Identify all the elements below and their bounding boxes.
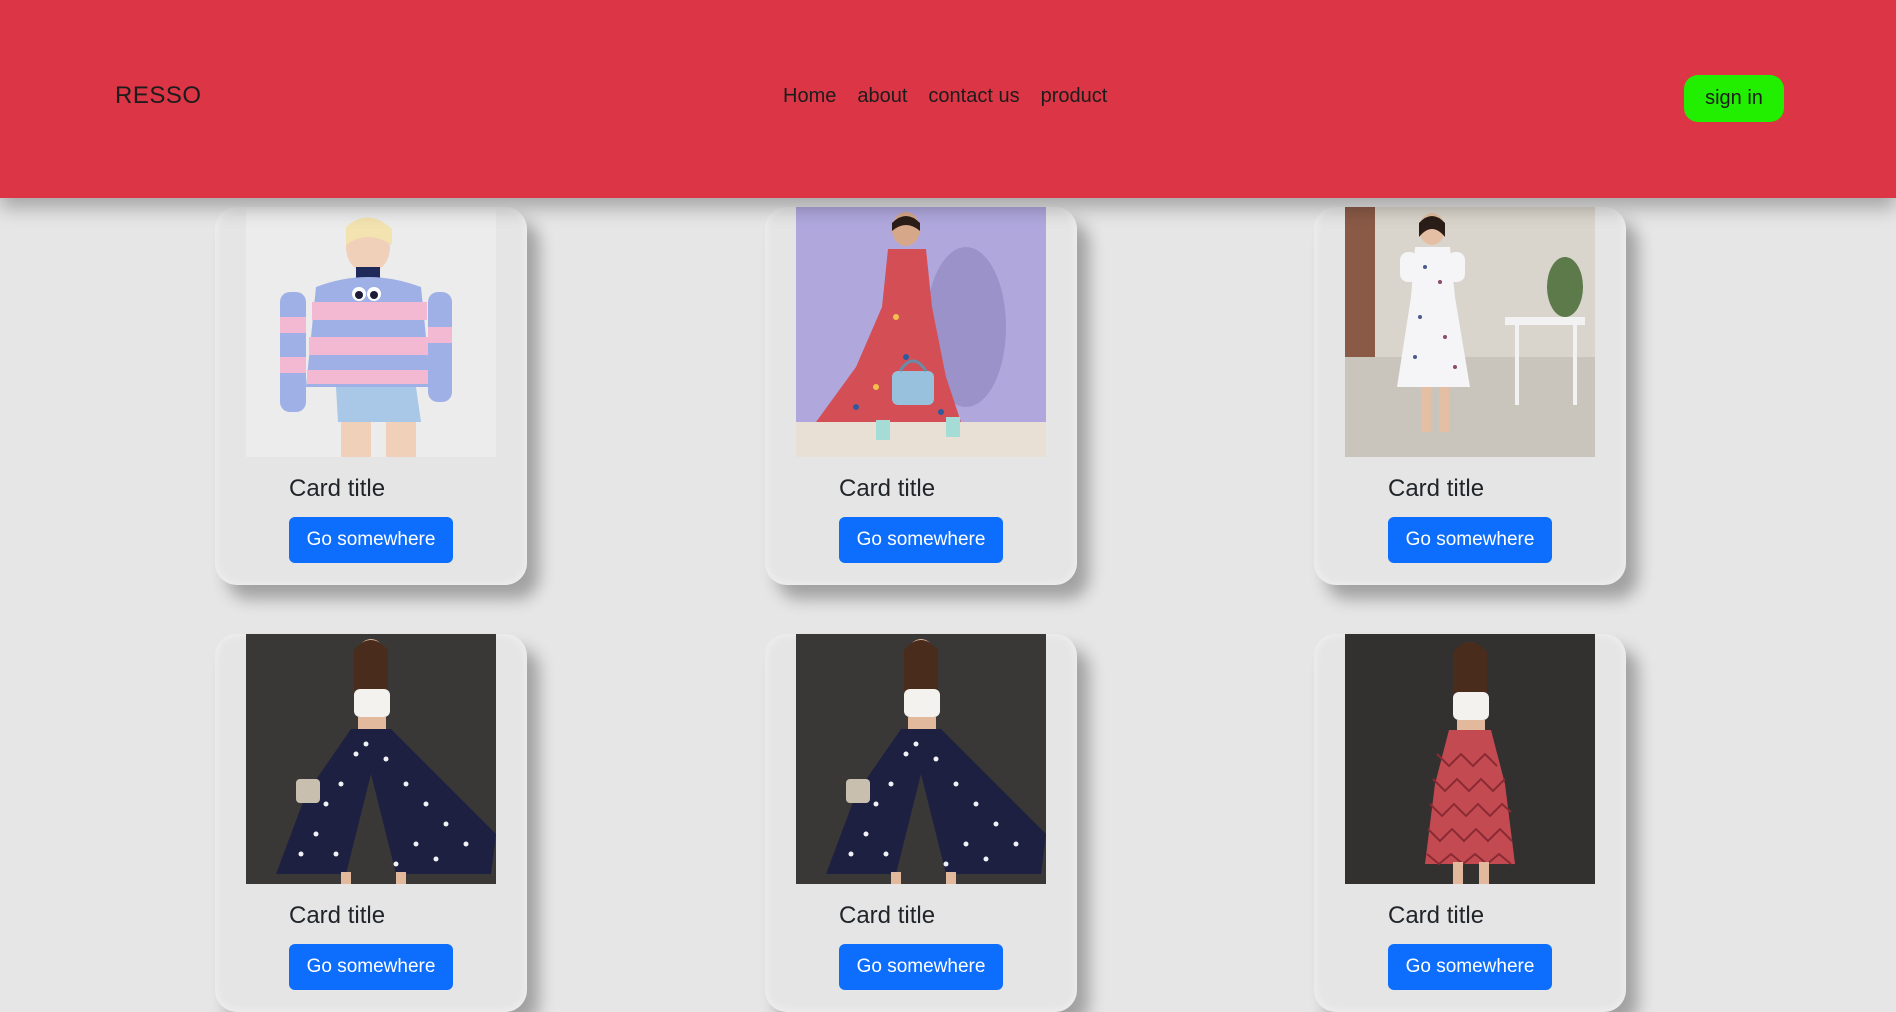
go-somewhere-button[interactable]: Go somewhere — [1388, 944, 1552, 990]
go-somewhere-button[interactable]: Go somewhere — [289, 517, 453, 563]
go-somewhere-button[interactable]: Go somewhere — [1388, 517, 1552, 563]
product-card: Card title Go somewhere — [215, 634, 527, 1012]
product-image — [796, 634, 1046, 884]
product-image — [246, 207, 496, 457]
product-card: Card title Go somewhere — [765, 634, 1077, 1012]
product-card: Card title Go somewhere — [215, 207, 527, 585]
nav-link-about[interactable]: about — [857, 85, 907, 108]
card-title: Card title — [1388, 902, 1485, 929]
card-title: Card title — [839, 475, 936, 502]
product-image — [1345, 207, 1595, 457]
card-title: Card title — [839, 902, 936, 929]
nav-link-home[interactable]: Home — [783, 85, 836, 108]
navbar: RESSO Home about contact us product sign… — [0, 0, 1896, 198]
card-title: Card title — [289, 902, 386, 929]
sign-in-button[interactable]: sign in — [1684, 75, 1784, 122]
go-somewhere-button[interactable]: Go somewhere — [839, 944, 1003, 990]
brand-logo[interactable]: RESSO — [115, 82, 202, 110]
product-image — [246, 634, 496, 884]
go-somewhere-button[interactable]: Go somewhere — [289, 944, 453, 990]
product-image — [1345, 634, 1595, 884]
product-card: Card title Go somewhere — [1314, 207, 1626, 585]
product-card: Card title Go somewhere — [765, 207, 1077, 585]
card-title: Card title — [1388, 475, 1485, 502]
nav-link-product[interactable]: product — [1041, 85, 1108, 108]
go-somewhere-button[interactable]: Go somewhere — [839, 517, 1003, 563]
product-image — [796, 207, 1046, 457]
product-card: Card title Go somewhere — [1314, 634, 1626, 1012]
card-title: Card title — [289, 475, 386, 502]
nav-links: Home about contact us product — [783, 85, 1107, 108]
nav-link-contact-us[interactable]: contact us — [928, 85, 1019, 108]
